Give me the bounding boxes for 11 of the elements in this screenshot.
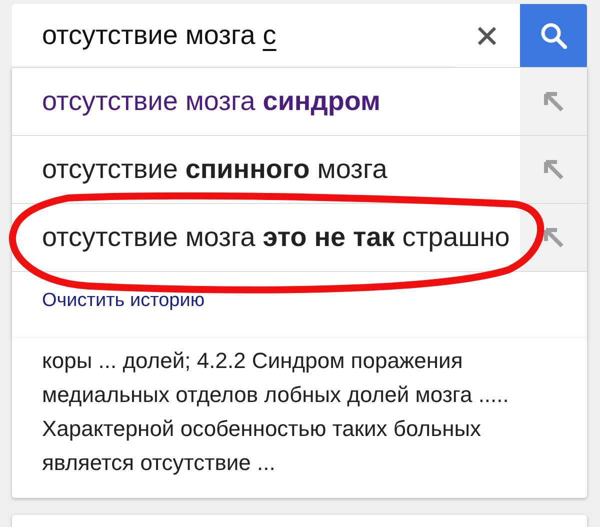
search-icon: [540, 22, 567, 49]
arrow-icon: [542, 226, 566, 250]
result-snippet: коры ... долей; 4.2.2 Синдром поражения медиальных отделов лобных долей мозга ..... Характерной особенностью таких больных является отсутствие ...: [42, 347, 510, 477]
suggestion-item[interactable]: отсутствие спинного мозга: [12, 136, 520, 203]
clear-history-link[interactable]: Очистить историю: [42, 290, 205, 311]
fill-query-button[interactable]: [520, 136, 587, 203]
arrow-icon: [542, 90, 566, 114]
arrow-icon: [542, 158, 566, 182]
close-icon: [477, 26, 497, 46]
suggestion-item[interactable]: отсутствие мозга синдром: [12, 68, 520, 135]
search-button[interactable]: [520, 4, 587, 67]
